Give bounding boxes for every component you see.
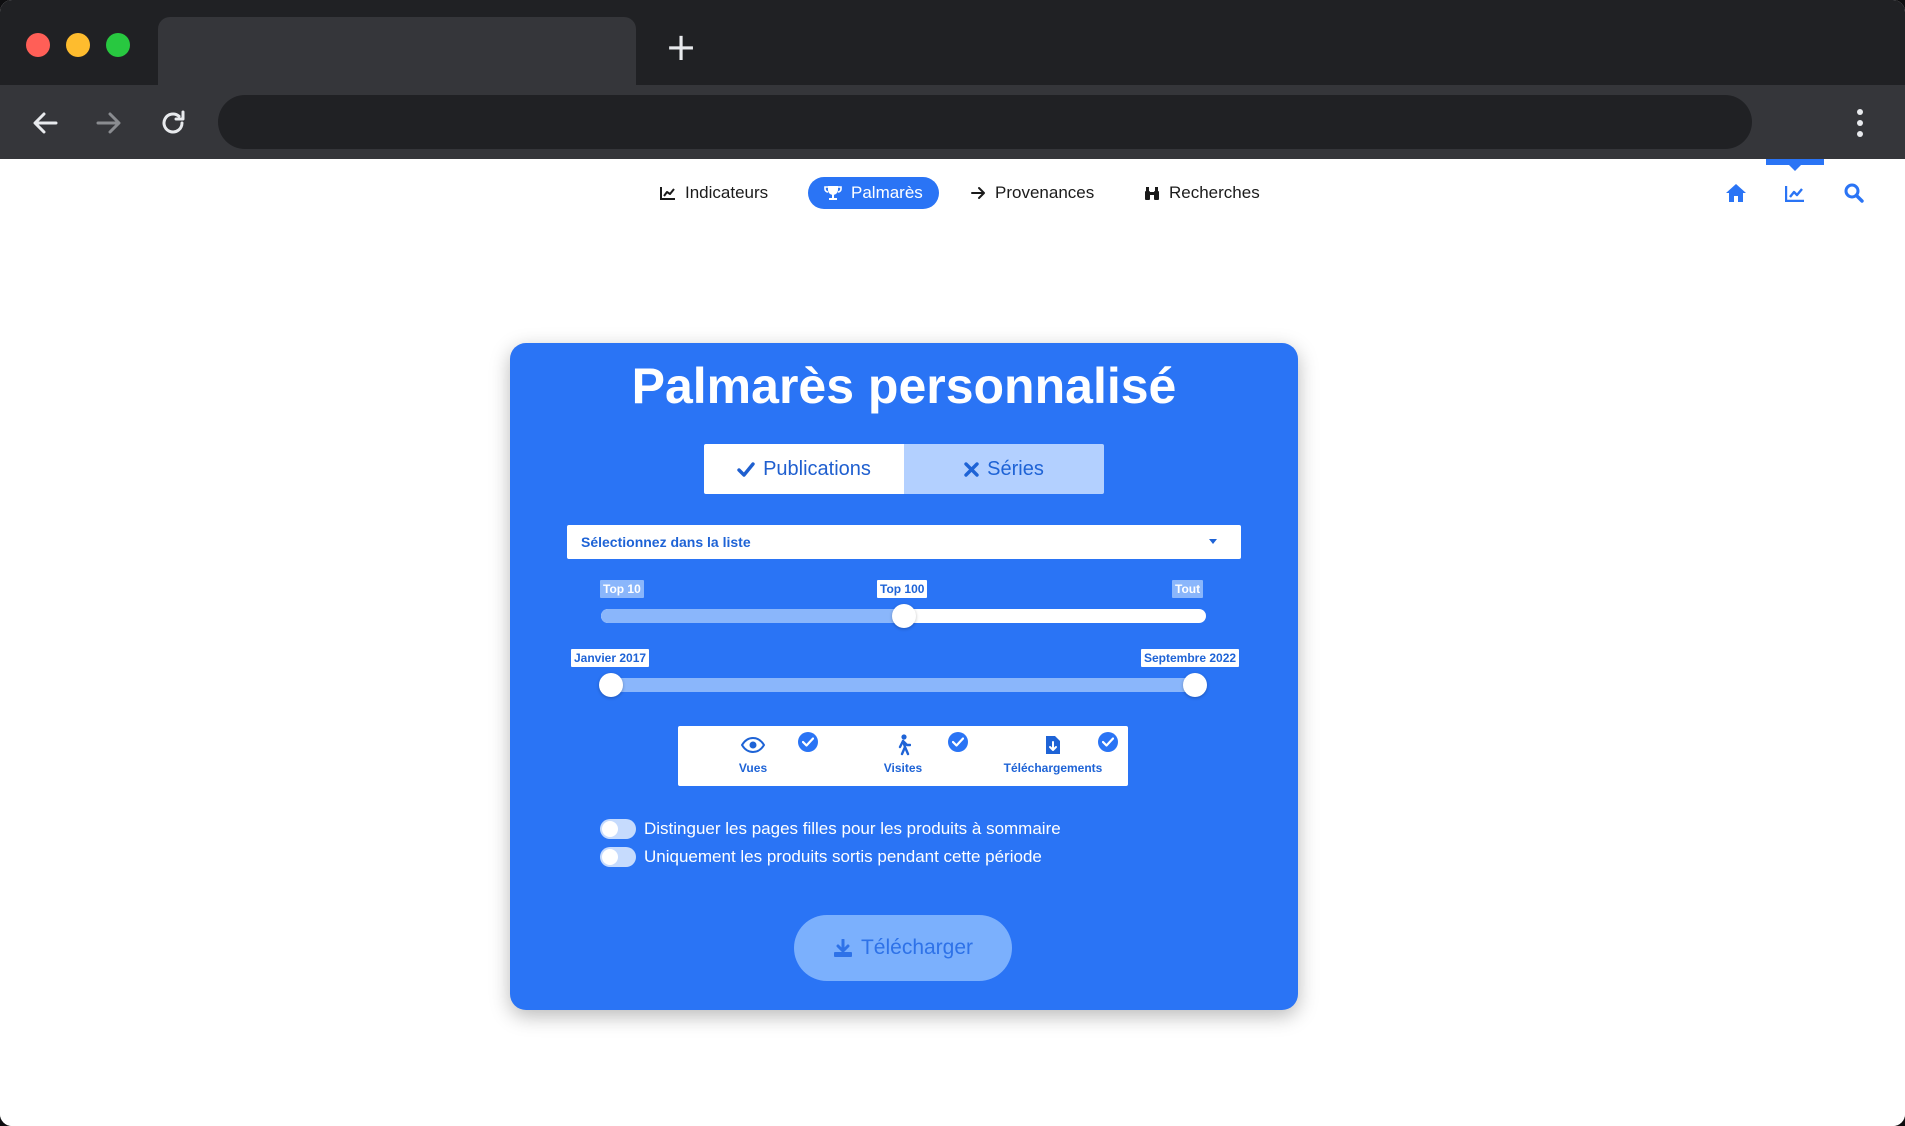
rank-label-top10[interactable]: Top 10 (600, 580, 644, 598)
date-start-handle[interactable] (599, 673, 623, 697)
arrow-left-icon (33, 112, 58, 134)
toggle-label: Uniquement les produits sortis pendant c… (644, 847, 1042, 866)
address-bar[interactable] (218, 95, 1752, 149)
nav-item-provenances[interactable]: Provenances (971, 177, 1094, 209)
line-chart-icon (1785, 185, 1804, 202)
minimize-window-button[interactable] (66, 33, 90, 57)
reload-button[interactable] (153, 103, 193, 143)
search-button[interactable] (1838, 177, 1870, 209)
close-window-button[interactable] (26, 33, 50, 57)
nav-item-label: Provenances (995, 183, 1095, 202)
check-circle-icon (798, 732, 818, 752)
home-icon (1726, 184, 1746, 202)
metric-label: Téléchargements (1003, 761, 1103, 775)
rank-label-tout[interactable]: Tout (1172, 580, 1204, 598)
rank-label-top100[interactable]: Top 100 (877, 580, 928, 598)
publications-tab[interactable]: Publications (704, 444, 904, 494)
top-navigation: Indicateurs Palmarès Provenances Recherc… (0, 177, 1905, 209)
series-tab[interactable]: Séries (904, 444, 1104, 494)
trophy-icon (824, 186, 842, 200)
binoculars-icon (1145, 186, 1159, 200)
nav-item-label: Recherches (1169, 183, 1260, 202)
page-content: Indicateurs Palmarès Provenances Recherc… (0, 159, 1905, 1126)
metric-label: Vues (738, 761, 768, 775)
check-circle-icon (1098, 732, 1118, 752)
nav-item-label: Indicateurs (685, 183, 769, 202)
nav-item-palmares[interactable]: Palmarès (808, 177, 939, 209)
menu-dot-icon (1857, 120, 1863, 126)
metric-visites[interactable]: Visites (828, 726, 978, 786)
walking-icon (890, 734, 916, 756)
date-range-track[interactable] (602, 678, 1197, 692)
metrics-selector: Vues Visites Téléchargements (678, 726, 1128, 786)
browser-window: + Indicateurs Palmarès Provenances Reche… (0, 0, 1905, 1126)
metric-label: Visites (883, 761, 923, 775)
stats-button[interactable] (1779, 177, 1811, 209)
arrow-right-icon (96, 112, 121, 134)
search-icon (1844, 183, 1864, 203)
download-icon (833, 938, 852, 957)
nav-item-label: Palmarès (851, 183, 923, 202)
browser-tab-bar: + (0, 0, 1905, 85)
download-button-label: Télécharger (860, 936, 974, 959)
browser-toolbar (0, 85, 1905, 159)
check-icon (737, 461, 755, 477)
close-icon (964, 461, 979, 477)
custom-ranking-card: Palmarès personnalisé Publications Série… (510, 343, 1298, 1010)
download-button[interactable]: Télécharger (794, 915, 1012, 981)
publications-tab-label: Publications (763, 457, 871, 480)
toggle-row-periode: Uniquement les produits sortis pendant c… (600, 846, 1042, 868)
reload-icon (162, 110, 185, 134)
menu-dot-icon (1857, 131, 1863, 137)
nav-item-indicateurs[interactable]: Indicateurs (660, 177, 768, 209)
toggle-switch-periode[interactable] (600, 847, 636, 867)
back-button[interactable] (25, 103, 65, 143)
toggle-label: Distinguer les pages filles pour les pro… (644, 819, 1061, 838)
metric-telechargements[interactable]: Téléchargements (978, 726, 1128, 786)
home-button[interactable] (1720, 177, 1752, 209)
maximize-window-button[interactable] (106, 33, 130, 57)
series-tab-label: Séries (987, 457, 1044, 480)
toggle-row-pages-filles: Distinguer les pages filles pour les pro… (600, 818, 1061, 840)
type-segmented-control: Publications Séries (704, 444, 1104, 494)
chevron-down-icon (1209, 539, 1217, 544)
browser-tab[interactable] (158, 17, 636, 85)
arrow-right-icon (971, 187, 985, 199)
browser-menu-button[interactable] (1842, 103, 1878, 143)
card-title: Palmarès personnalisé (631, 358, 1177, 414)
date-end-handle[interactable] (1183, 673, 1207, 697)
list-select-value: Sélectionnez dans la liste (581, 534, 751, 550)
toggle-switch-pages-filles[interactable] (600, 819, 636, 839)
date-start-label: Janvier 2017 (571, 649, 650, 667)
check-circle-icon (948, 732, 968, 752)
new-tab-button[interactable]: + (664, 28, 698, 66)
active-section-marker (1766, 159, 1824, 171)
menu-dot-icon (1857, 109, 1863, 115)
nav-item-recherches[interactable]: Recherches (1144, 177, 1260, 209)
rank-slider-fill (601, 609, 904, 623)
date-end-label: Septembre 2022 (1141, 649, 1240, 667)
forward-button[interactable] (89, 103, 129, 143)
metric-vues[interactable]: Vues (678, 726, 828, 786)
eye-icon (740, 734, 766, 756)
file-download-icon (1040, 734, 1066, 756)
line-chart-icon (660, 187, 675, 200)
rank-slider-handle[interactable] (892, 604, 916, 628)
list-select[interactable]: Sélectionnez dans la liste (567, 525, 1241, 559)
